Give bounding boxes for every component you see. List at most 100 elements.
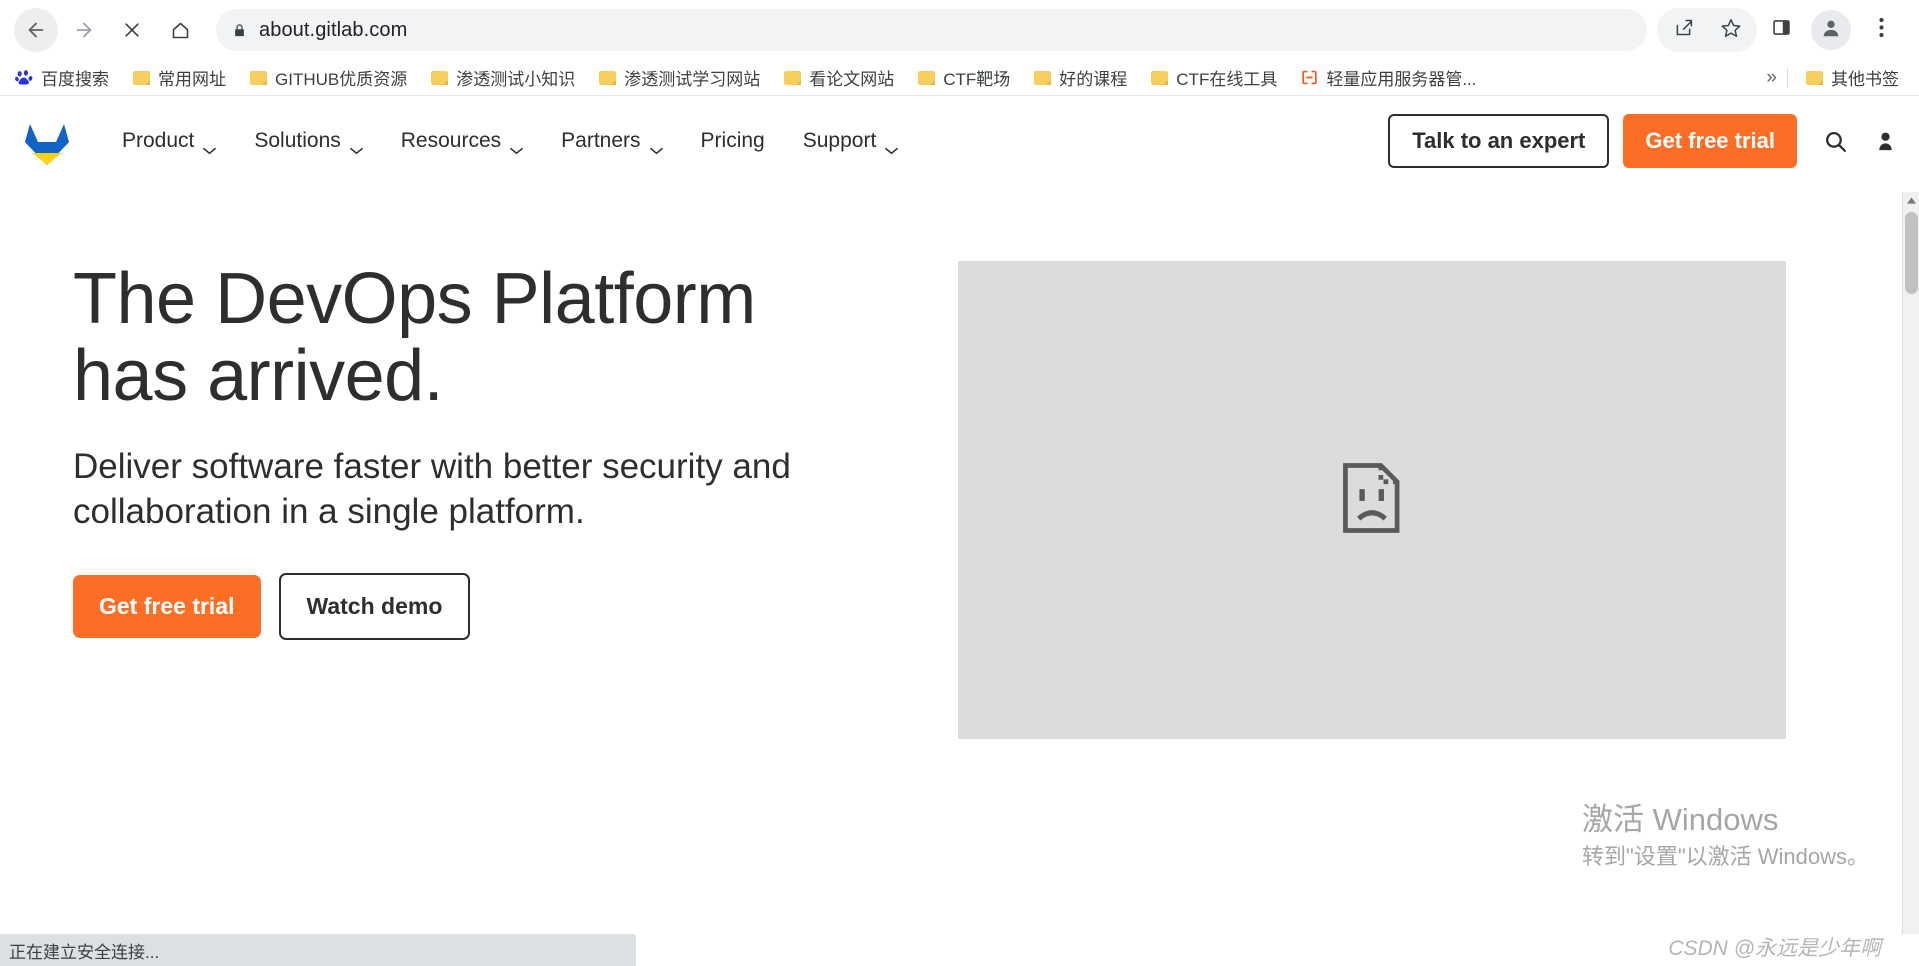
hero-cta-group: Get free trial Watch demo [73, 572, 933, 640]
nav-label: Product [122, 129, 195, 152]
bookmark-item[interactable]: 渗透测试学习网站 [595, 64, 762, 92]
browser-toolbar: about.gitlab.com [0, 0, 1919, 60]
bookmark-star-button[interactable] [1709, 8, 1753, 52]
attribution-watermark: CSDN @永远是少年啊 [1668, 937, 1881, 960]
folder-icon [597, 68, 617, 88]
bookmark-item[interactable]: GITHUB优质资源 [246, 64, 409, 92]
baidu-icon [14, 68, 34, 88]
toolbar-right-actions [1657, 8, 1905, 52]
get-free-trial-button[interactable]: Get free trial [73, 574, 261, 638]
watch-demo-button[interactable]: Watch demo [278, 572, 471, 640]
stop-loading-button[interactable] [110, 8, 154, 52]
profile-button[interactable] [1811, 10, 1851, 50]
nav-label: Support [802, 129, 877, 152]
folder-icon [131, 68, 151, 88]
person-icon [1820, 17, 1842, 44]
back-arrow-icon [25, 19, 47, 41]
hero-title-line-2: has arrived. [73, 336, 444, 417]
hero-image-placeholder [958, 261, 1786, 739]
nav-item-support[interactable]: Support [802, 129, 899, 155]
bookmark-label: 看论文网站 [809, 70, 895, 89]
site-header: Product Solutions Resources Partners Pri… [0, 96, 1919, 186]
bookmark-label: 百度搜索 [41, 70, 109, 89]
scroll-up-arrow-icon[interactable] [1903, 192, 1919, 209]
gitlab-logo-icon[interactable] [22, 116, 74, 166]
watermark-subtitle: 转到"设置"以激活 Windows。 [1582, 844, 1869, 870]
chevron-down-icon [349, 137, 363, 155]
page-scrollbar[interactable] [1902, 192, 1919, 934]
side-panel-button[interactable] [1759, 8, 1803, 52]
bookmark-item[interactable]: 渗透测试小知识 [427, 64, 577, 92]
omnibox-actions-group [1657, 8, 1757, 52]
bookmark-label: 轻量应用服务器管... [1326, 70, 1477, 89]
nav-label: Solutions [254, 129, 341, 152]
bookmark-item[interactable]: 常用网址 [129, 64, 228, 92]
bookmark-item[interactable]: 轻量应用服务器管... [1297, 64, 1478, 92]
status-text: 正在建立安全连接... [9, 942, 160, 962]
folder-icon [429, 68, 449, 88]
nav-item-solutions[interactable]: Solutions [254, 129, 363, 155]
bookmark-label: 好的课程 [1059, 70, 1128, 89]
forward-arrow-icon [73, 19, 95, 41]
bookmark-item[interactable]: 好的课程 [1030, 64, 1129, 92]
scrollbar-thumb[interactable] [1905, 212, 1918, 294]
broken-image-icon [1341, 461, 1403, 540]
nav-item-pricing[interactable]: Pricing [701, 129, 765, 153]
hero-subtitle: Deliver software faster with better secu… [73, 447, 791, 531]
watermark-title: 激活 Windows [1582, 801, 1779, 837]
side-panel-icon [1771, 17, 1792, 43]
talk-to-an-expert-button[interactable]: Talk to an expert [1388, 114, 1610, 168]
tencent-cloud-icon [1299, 68, 1319, 88]
chevron-down-icon [649, 137, 663, 155]
folder-icon [1032, 68, 1052, 88]
bookmark-item[interactable]: 百度搜索 [12, 64, 111, 92]
forward-button[interactable] [62, 8, 106, 52]
other-bookmarks-button[interactable]: 其他书签 [1802, 64, 1901, 92]
bookmark-label: GITHUB优质资源 [275, 70, 408, 89]
get-free-trial-header-button[interactable]: Get free trial [1623, 114, 1797, 168]
home-button[interactable] [158, 8, 202, 52]
bookmark-item[interactable]: CTF在线工具 [1147, 64, 1279, 92]
bookmark-label: 常用网址 [158, 70, 226, 89]
chevron-down-icon [203, 137, 217, 155]
nav-item-resources[interactable]: Resources [400, 129, 524, 155]
folder-icon [1804, 68, 1824, 88]
nav-label: Partners [561, 129, 641, 152]
bookmarks-divider [1787, 67, 1788, 88]
hero-content: The DevOps Platform has arrived. Deliver… [73, 260, 933, 739]
nav-item-product[interactable]: Product [122, 129, 217, 155]
close-icon [122, 20, 142, 40]
folder-icon [248, 68, 268, 88]
search-icon[interactable] [1823, 129, 1848, 154]
folder-icon [916, 68, 936, 88]
back-button[interactable] [14, 8, 58, 52]
page-title: The DevOps Platform has arrived. [73, 260, 933, 417]
windows-activation-watermark: 激活 Windows 转到"设置"以激活 Windows。 [1582, 801, 1869, 872]
address-bar[interactable]: about.gitlab.com [216, 9, 1647, 51]
user-icon[interactable] [1874, 129, 1897, 154]
nav-label: Pricing [700, 129, 765, 152]
kebab-menu-icon [1878, 17, 1884, 43]
nav-label: Resources [400, 129, 502, 152]
site-main-nav: Product Solutions Resources Partners Pri… [122, 129, 936, 155]
hero-section: The DevOps Platform has arrived. Deliver… [0, 186, 1919, 739]
browser-window: about.gitlab.com 百度搜索 常用网址 GITHUB优质资源 渗透… [0, 0, 1919, 966]
page-viewport: Product Solutions Resources Partners Pri… [0, 96, 1919, 934]
share-icon [1673, 17, 1694, 43]
share-button[interactable] [1661, 8, 1705, 52]
bookmark-item[interactable]: CTF靶场 [914, 64, 1012, 92]
site-header-actions: Talk to an expert Get free trial [1388, 114, 1897, 168]
bookmark-item[interactable]: 看论文网站 [780, 64, 896, 92]
bookmark-label: 渗透测试小知识 [456, 70, 576, 89]
status-bar: 正在建立安全连接... [0, 934, 636, 966]
bookmark-label: CTF靶场 [943, 70, 1011, 89]
bookmark-label: CTF在线工具 [1176, 70, 1278, 89]
browser-menu-button[interactable] [1859, 8, 1903, 52]
folder-icon [1149, 68, 1169, 88]
nav-item-partners[interactable]: Partners [561, 129, 663, 155]
lock-icon [232, 22, 247, 39]
bookmarks-overflow-button[interactable]: » [1766, 67, 1777, 89]
home-icon [170, 20, 191, 41]
star-icon [1720, 17, 1742, 44]
chevron-down-icon [885, 137, 899, 155]
